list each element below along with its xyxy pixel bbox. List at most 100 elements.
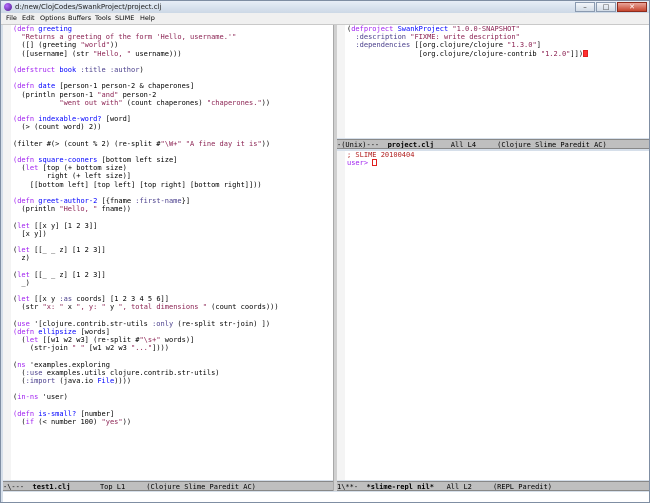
window-controls: – □ ✕ — [575, 2, 647, 12]
menu-buffers[interactable]: Buffers — [68, 13, 91, 24]
code-line: ([username] (str "Hello, " username))) — [13, 50, 279, 58]
code-token: fname)) — [97, 205, 132, 214]
code-token: [[bottom left] [top left] [top right] [b… — [13, 180, 262, 189]
code-line: "went out with" (count chaperones) "chap… — [13, 99, 279, 107]
code-token: )) — [261, 98, 271, 107]
code-line: (filter #(> (count % 2) (re-split #"\W+"… — [13, 140, 279, 148]
emacs-window: d:/new/ClojCodes/SwankProject/project.cl… — [0, 0, 650, 503]
modeline-buffer-name: project.clj — [387, 141, 434, 149]
modeline-project[interactable]: -(Unix)--- project.clj All L4 (Clojure S… — [337, 139, 649, 149]
code-token: let — [17, 295, 30, 304]
code-token: (> (count word) 2)) — [13, 123, 102, 132]
code-token: [x y]) — [13, 229, 47, 238]
code-line: (defstruct book :title :author) — [13, 66, 279, 74]
code-token: greet-author-2 — [38, 196, 98, 205]
code-token: "Hello, " — [93, 49, 132, 58]
code-token: (< number 100) — [34, 418, 102, 426]
minibuffer[interactable] — [3, 492, 649, 502]
code-token: ; SLIME 20100404 — [347, 151, 415, 159]
code-token: let — [25, 336, 39, 345]
code-line: (:use examples.utils clojure.contrib.str… — [13, 369, 279, 377]
code-line: (:import (java.io File)))) — [13, 377, 279, 385]
code-token: ([] (greeting — [13, 41, 81, 50]
code-token: "x: " — [42, 303, 64, 312]
code-token: (defstruct — [13, 65, 60, 74]
code-token: words)] — [160, 336, 195, 345]
modeline-pre: -\--- — [3, 483, 33, 491]
code-token: ", y: " — [76, 303, 106, 312]
code-line: (defn ellipsize [words] — [13, 328, 279, 336]
code-line: (let [[x y :as coords] [1 2 3 4 5 6]] — [13, 295, 279, 303]
menu-help[interactable]: Help — [140, 13, 155, 24]
code-token: "yes" — [101, 418, 123, 426]
code-token: :title :author — [80, 65, 140, 74]
code-token: [[x y] [1 2 3]] — [29, 221, 98, 230]
code-token: ellipsize — [38, 327, 77, 336]
code-token: [word] — [101, 115, 132, 124]
code-token: "Hello, " — [59, 205, 98, 214]
menu-file[interactable]: File — [6, 13, 17, 24]
repl-pane[interactable]: ; SLIME 20100404 user> — [337, 151, 649, 480]
code-line: :description "FIXME: write description" — [347, 33, 588, 41]
minimize-button[interactable]: – — [575, 2, 595, 12]
code-token: "and" — [97, 90, 119, 99]
code-token: (count coords))) — [206, 303, 279, 312]
code-line: user> — [347, 159, 414, 167]
code-token: "\s+" — [139, 336, 161, 345]
code-token: "1.0.0-SNAPSHOT" — [452, 25, 520, 33]
project-code-area[interactable]: (defproject SwankProject "1.0.0-SNAPSHOT… — [347, 25, 589, 58]
code-token: "chaperones." — [206, 98, 262, 107]
code-token: (java.io — [55, 377, 98, 386]
text-cursor — [583, 49, 589, 57]
left-editor-pane[interactable]: (defn greeting "Returns a greeting of th… — [3, 25, 333, 480]
modeline-status: All L4 (Clojure Slime Paredit AC) — [433, 141, 607, 149]
code-token: (str — [13, 303, 43, 312]
menu-tools[interactable]: Tools — [95, 13, 111, 24]
emacs-icon — [4, 3, 12, 11]
code-line: z) — [13, 254, 279, 262]
repl-code-area[interactable]: ; SLIME 20100404 user> — [347, 151, 414, 167]
menu-slime[interactable]: SLIME — [115, 13, 134, 24]
code-line: (defn is-small? [number] — [13, 410, 279, 418]
code-token: right (+ left size)] — [13, 172, 132, 181]
menu-edit[interactable]: Edit — [22, 13, 35, 24]
code-line: (str-join " " [w1 w2 w3 "..."]))) — [13, 344, 279, 352]
code-token: (filter #(> (count % 2) (re-split # — [13, 139, 161, 148]
code-line: (let [[x y] [1 2 3]] — [13, 222, 279, 230]
close-button[interactable]: ✕ — [617, 2, 647, 12]
code-line: (println "Hello, " fname)) — [13, 205, 279, 213]
code-token: examples.utils clojure.contrib.str-utils… — [42, 368, 220, 377]
code-line: (use '[clojure.contrib.str-utils :only (… — [13, 320, 279, 328]
code-line: [org.clojure/clojure-contrib "1.2.0"]]) — [347, 49, 589, 58]
maximize-button[interactable]: □ — [596, 2, 616, 12]
code-token: "FIXME: write description" — [410, 33, 520, 42]
code-token: "..." — [131, 344, 153, 353]
modeline-repl[interactable]: 1\**- *slime-repl nil* All L2 (REPL Pare… — [337, 481, 649, 491]
code-token: :as — [59, 295, 73, 304]
code-token: :only — [152, 319, 174, 328]
menu-options[interactable]: Options — [40, 13, 65, 24]
code-token: :use — [25, 368, 43, 377]
code-token: "went out with" — [59, 98, 123, 107]
code-token: (defn — [13, 327, 39, 336]
left-fringe — [3, 25, 11, 480]
modeline-test1[interactable]: -\--- test1.clj Top L1 (Clojure Slime Pa… — [3, 481, 333, 491]
code-line: [[bottom left] [top left] [top right] [b… — [13, 181, 279, 189]
code-token: ( — [13, 164, 26, 173]
left-code-area[interactable]: (defn greeting "Returns a greeting of th… — [13, 25, 279, 426]
code-line: (let [[w1 w2 w3] (re-split #"\s+" words)… — [13, 336, 279, 344]
code-token: }] — [181, 196, 191, 205]
modeline-buffer-name: test1.clj — [32, 483, 71, 491]
code-line: (if (< number 100) "yes")) — [13, 418, 279, 426]
code-token: user> — [347, 159, 373, 168]
code-line: "Returns a greeting of the form 'Hello, … — [13, 33, 279, 41]
code-line: (let [top (+ bottom size) — [13, 164, 279, 172]
right-top-editor-pane[interactable]: (defproject SwankProject "1.0.0-SNAPSHOT… — [337, 25, 649, 138]
